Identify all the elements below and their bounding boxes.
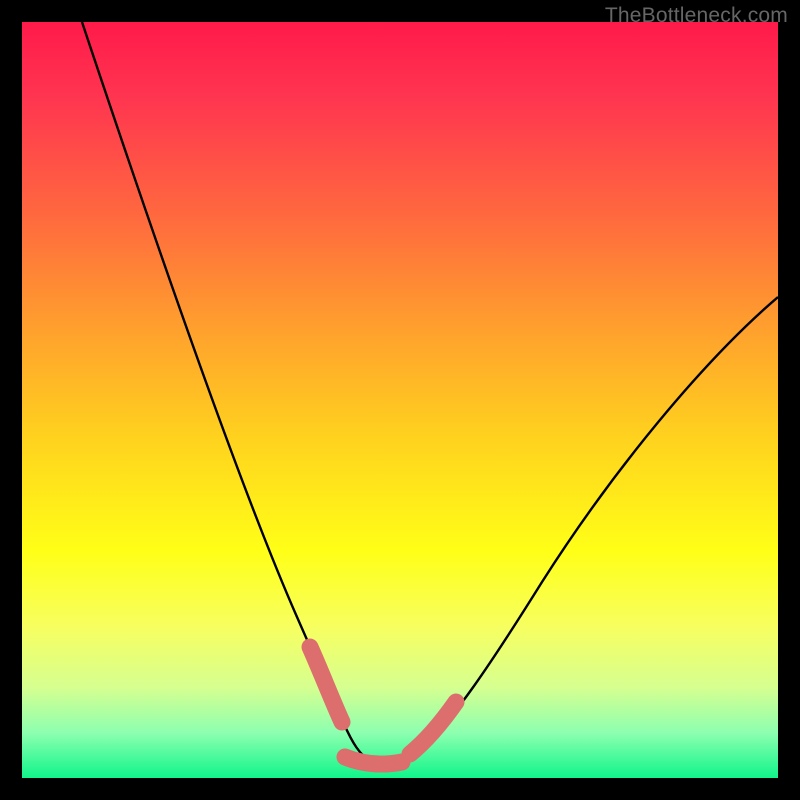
- bottom-highlight-stroke: [345, 757, 402, 764]
- left-highlight-stroke: [310, 647, 342, 722]
- bottleneck-chart: [22, 22, 778, 778]
- bottleneck-curve-path: [82, 22, 778, 765]
- right-highlight-stroke: [410, 702, 456, 754]
- chart-plot-area: [22, 22, 778, 778]
